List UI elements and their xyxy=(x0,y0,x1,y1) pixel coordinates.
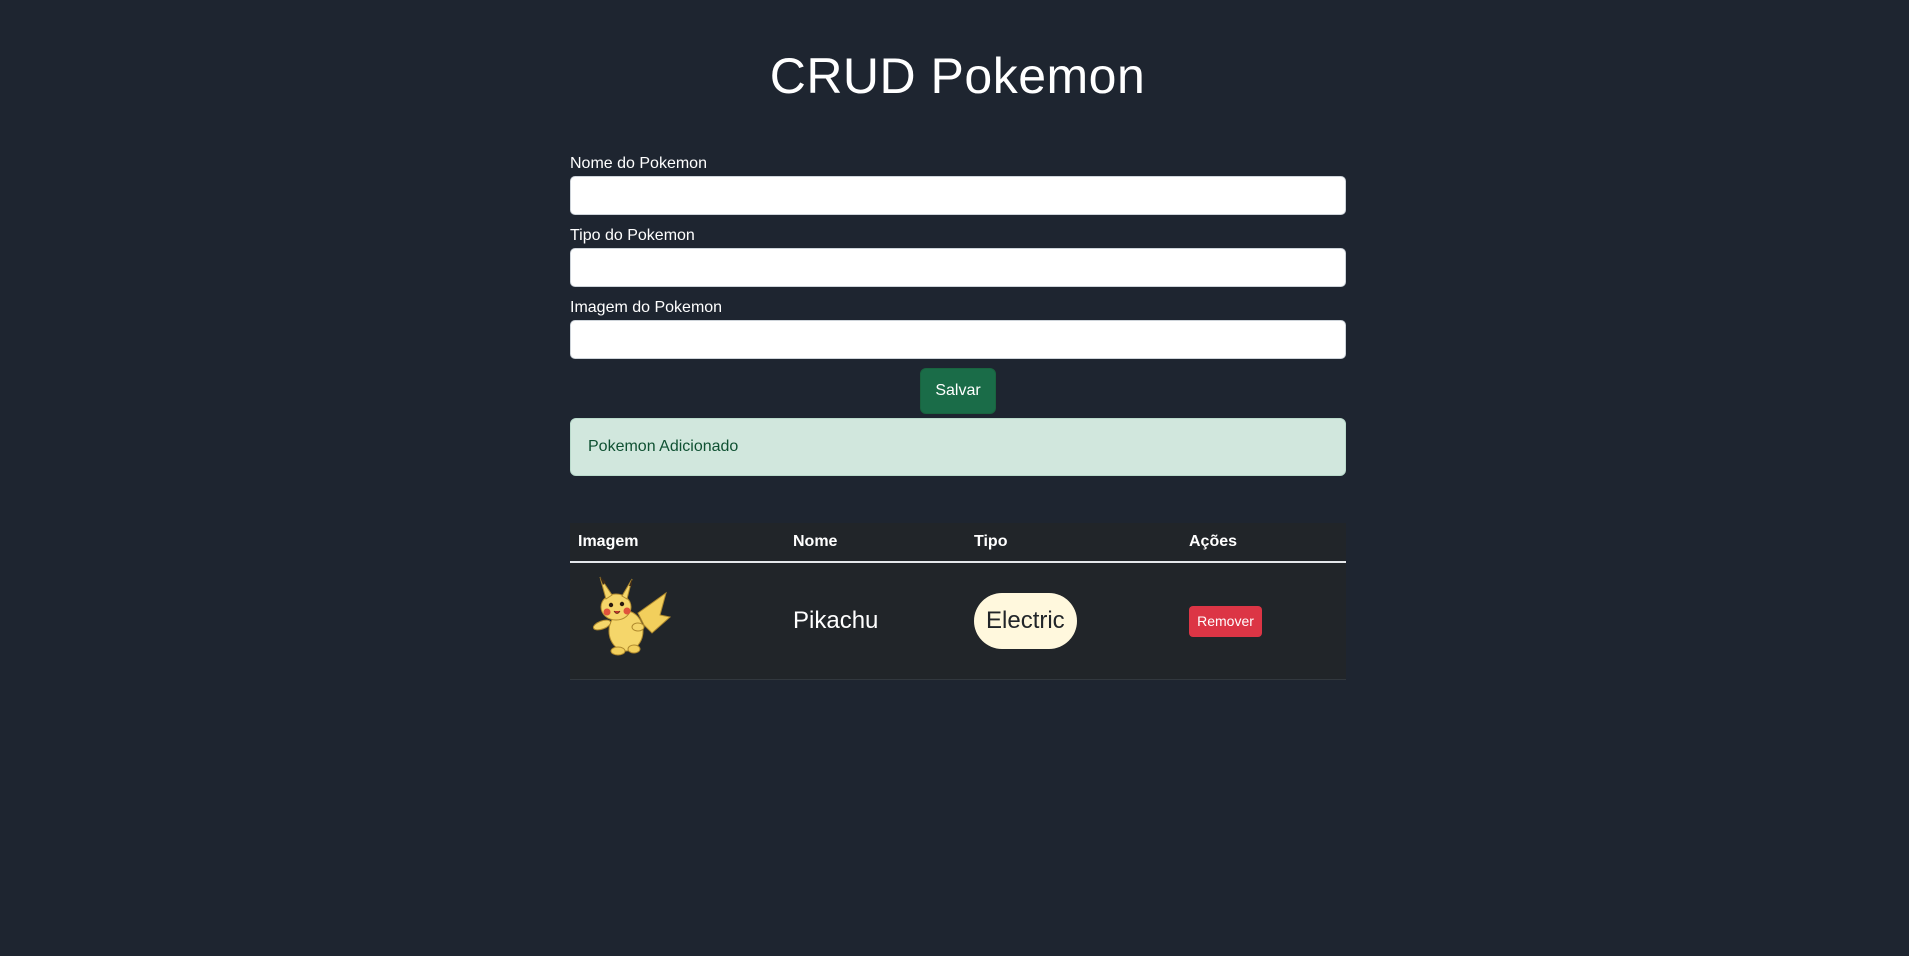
pokemon-table: Imagem Nome Tipo Ações Pikachu Electric … xyxy=(570,523,1346,680)
pokemon-name: Pikachu xyxy=(785,562,966,680)
save-button[interactable]: Salvar xyxy=(920,368,996,414)
column-header-type: Tipo xyxy=(966,523,1181,563)
column-header-name: Nome xyxy=(785,523,966,563)
pokemon-image-cell xyxy=(570,562,785,680)
column-header-actions: Ações xyxy=(1181,523,1346,563)
actions-cell: Remover xyxy=(1181,562,1346,680)
column-header-image: Imagem xyxy=(570,523,785,563)
remove-button[interactable]: Remover xyxy=(1189,605,1262,637)
table-header-row: Imagem Nome Tipo Ações xyxy=(570,523,1346,563)
pokemon-form: Nome do Pokemon Tipo do Pokemon Imagem d… xyxy=(570,152,1346,476)
type-field-label: Tipo do Pokemon xyxy=(570,227,695,244)
success-alert: Pokemon Adicionado xyxy=(570,418,1346,476)
type-badge: Electric xyxy=(974,593,1077,649)
pokemon-table-container: Imagem Nome Tipo Ações Pikachu Electric … xyxy=(570,523,1346,680)
table-row: Pikachu Electric Remover xyxy=(570,562,1346,680)
type-input[interactable] xyxy=(570,248,1346,287)
pikachu-image xyxy=(592,576,672,656)
image-field-label: Imagem do Pokemon xyxy=(570,299,723,316)
image-input[interactable] xyxy=(570,320,1346,359)
name-field-label: Nome do Pokemon xyxy=(570,155,707,172)
name-input[interactable] xyxy=(570,176,1346,215)
pokemon-type-cell: Electric xyxy=(966,562,1181,680)
save-button-container: Salvar xyxy=(570,368,1346,415)
page-title: CRUD Pokemon xyxy=(769,48,1146,104)
